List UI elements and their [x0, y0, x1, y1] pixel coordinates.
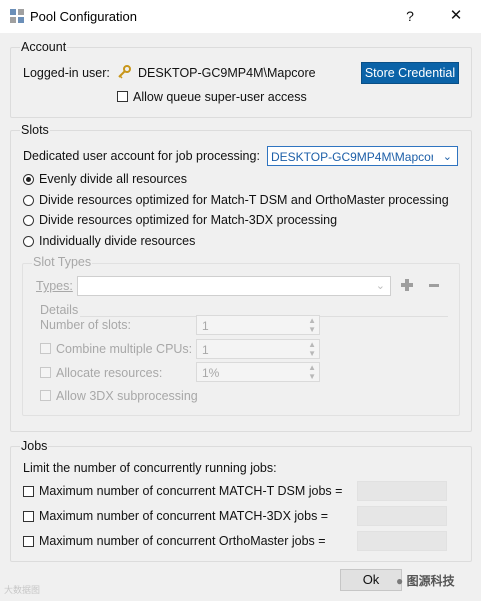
- combine-cpus-label: Combine multiple CPUs:: [56, 342, 193, 356]
- chevron-down-icon: ⌄: [442, 151, 452, 163]
- radio-match-3dx-label: Divide resources optimized for Match-3DX…: [39, 213, 338, 227]
- logged-in-user: DESKTOP-GC9MP4M\Mapcore: [138, 66, 316, 80]
- jobs-group-title: Jobs: [20, 439, 49, 453]
- combine-cpus-spinner[interactable]: 1 ▲ ▼: [196, 339, 320, 359]
- limit-jobs-label: Limit the number of concurrently running…: [23, 461, 277, 475]
- close-button[interactable]: ✕: [444, 6, 468, 26]
- ok-button[interactable]: Ok: [340, 569, 402, 591]
- combine-cpus-checkbox[interactable]: [40, 343, 51, 354]
- num-slots-value: 1: [202, 319, 209, 333]
- radio-evenly-divide-label: Evenly divide all resources: [39, 172, 187, 186]
- match-3dx-jobs-field[interactable]: [357, 506, 447, 526]
- queue-super-user-label: Allow queue super-user access: [133, 90, 307, 104]
- types-label: Types:: [36, 279, 73, 293]
- watermark-left: 大数据图: [4, 585, 41, 595]
- allow-3dx-label: Allow 3DX subprocessing: [56, 389, 198, 403]
- radio-individually-divide[interactable]: [23, 236, 34, 247]
- spin-arrows-icon[interactable]: ▲ ▼: [308, 340, 316, 358]
- radio-individually-divide-label: Individually divide resources: [39, 234, 196, 248]
- help-button[interactable]: ?: [400, 6, 420, 26]
- slots-group-title: Slots: [20, 123, 50, 137]
- allocate-resources-label: Allocate resources:: [56, 366, 163, 380]
- title-bar: Pool Configuration ? ✕: [0, 0, 481, 33]
- dedicated-account-label: Dedicated user account for job processin…: [23, 149, 260, 163]
- match-t-jobs-checkbox[interactable]: [23, 486, 34, 497]
- match-t-jobs-label: Maximum number of concurrent MATCH-T DSM…: [39, 484, 343, 498]
- match-3dx-jobs-label: Maximum number of concurrent MATCH-3DX j…: [39, 509, 329, 523]
- allocate-resources-checkbox[interactable]: [40, 367, 51, 378]
- orthomaster-jobs-label: Maximum number of concurrent OrthoMaster…: [39, 534, 326, 548]
- add-type-icon[interactable]: [400, 278, 414, 292]
- num-slots-label: Number of slots:: [40, 318, 132, 332]
- chevron-down-icon: ⌄: [375, 280, 385, 292]
- dedicated-account-value: DESKTOP-GC9MP4M\Mapcore: [271, 150, 433, 164]
- radio-evenly-divide[interactable]: [23, 174, 34, 185]
- match-3dx-jobs-checkbox[interactable]: [23, 511, 34, 522]
- watermark-right-text: 图源科技: [406, 574, 455, 588]
- logged-in-label: Logged-in user:: [23, 66, 110, 80]
- remove-type-icon[interactable]: [427, 278, 441, 292]
- store-credential-button[interactable]: Store Credential: [361, 62, 459, 84]
- spin-arrows-icon[interactable]: ▲ ▼: [308, 316, 316, 334]
- slot-types-title: Slot Types: [32, 255, 93, 269]
- combine-cpus-value: 1: [202, 343, 209, 357]
- pool-config-icon: [10, 9, 24, 23]
- radio-match-3dx[interactable]: [23, 215, 34, 226]
- allocate-resources-value: 1%: [202, 366, 220, 380]
- account-group-title: Account: [20, 40, 68, 54]
- details-title: Details: [40, 303, 79, 317]
- allocate-resources-spinner[interactable]: 1% ▲ ▼: [196, 362, 320, 382]
- window-title: Pool Configuration: [30, 9, 137, 24]
- types-dropdown[interactable]: ⌄: [77, 276, 391, 296]
- match-t-jobs-field[interactable]: [357, 481, 447, 501]
- radio-match-t-orthomaster[interactable]: [23, 195, 34, 206]
- num-slots-spinner[interactable]: 1 ▲ ▼: [196, 315, 320, 335]
- allow-3dx-checkbox[interactable]: [40, 390, 51, 401]
- radio-match-t-orthomaster-label: Divide resources optimized for Match-T D…: [39, 193, 449, 207]
- queue-super-user-checkbox[interactable]: [117, 91, 128, 102]
- dedicated-account-select[interactable]: DESKTOP-GC9MP4M\Mapcore ⌄: [267, 146, 458, 166]
- orthomaster-jobs-field[interactable]: [357, 531, 447, 551]
- wechat-icon: ●: [396, 574, 404, 588]
- key-icon: [118, 65, 131, 79]
- spin-arrows-icon[interactable]: ▲ ▼: [308, 363, 316, 381]
- watermark-right: ● 图源科技: [396, 572, 455, 589]
- orthomaster-jobs-checkbox[interactable]: [23, 536, 34, 547]
